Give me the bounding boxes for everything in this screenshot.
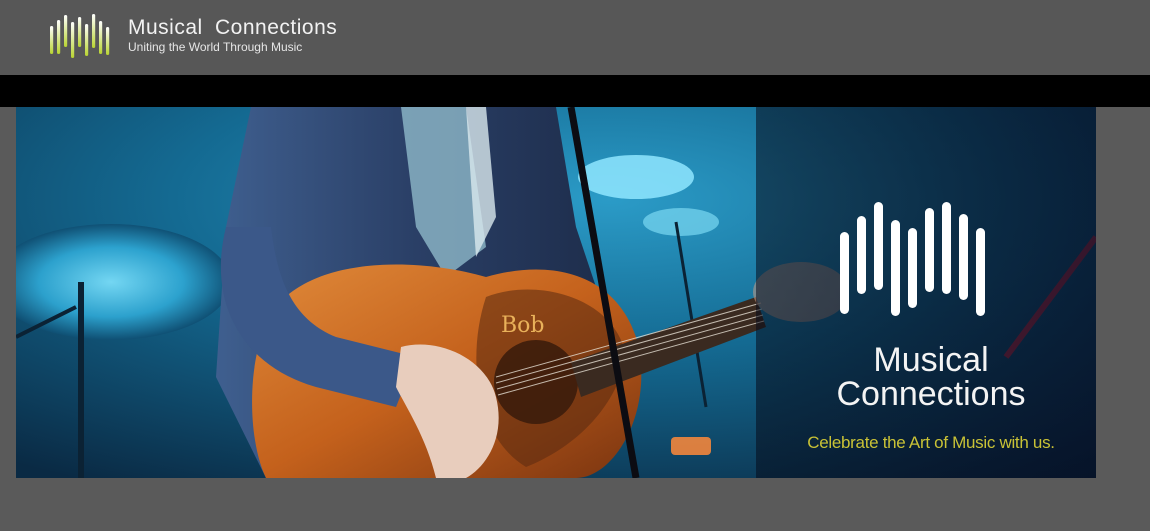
sound-bars-icon (840, 202, 985, 316)
hero-banner: Bob Musical Connections Celebrate the Ar… (16, 107, 1096, 478)
site-header: Musical Connections Uniting the World Th… (0, 0, 1150, 75)
banner-title-line2: Connections (836, 375, 1026, 413)
brand-tagline: Uniting the World Through Music (128, 39, 303, 54)
nav-bar (0, 75, 1150, 107)
guitar-sticker: Bob (501, 313, 545, 338)
banner-title: Musical Connections (796, 343, 1066, 411)
sound-bars-icon (50, 14, 110, 58)
banner-title-line1: Musical (873, 341, 989, 379)
brand-name: Musical Connections (128, 15, 338, 39)
logo-text: Musical Connections Uniting the World Th… (128, 15, 338, 54)
banner-tagline: Celebrate the Art of Music with us. (807, 433, 1055, 452)
site-logo[interactable]: Musical Connections Uniting the World Th… (48, 10, 378, 60)
